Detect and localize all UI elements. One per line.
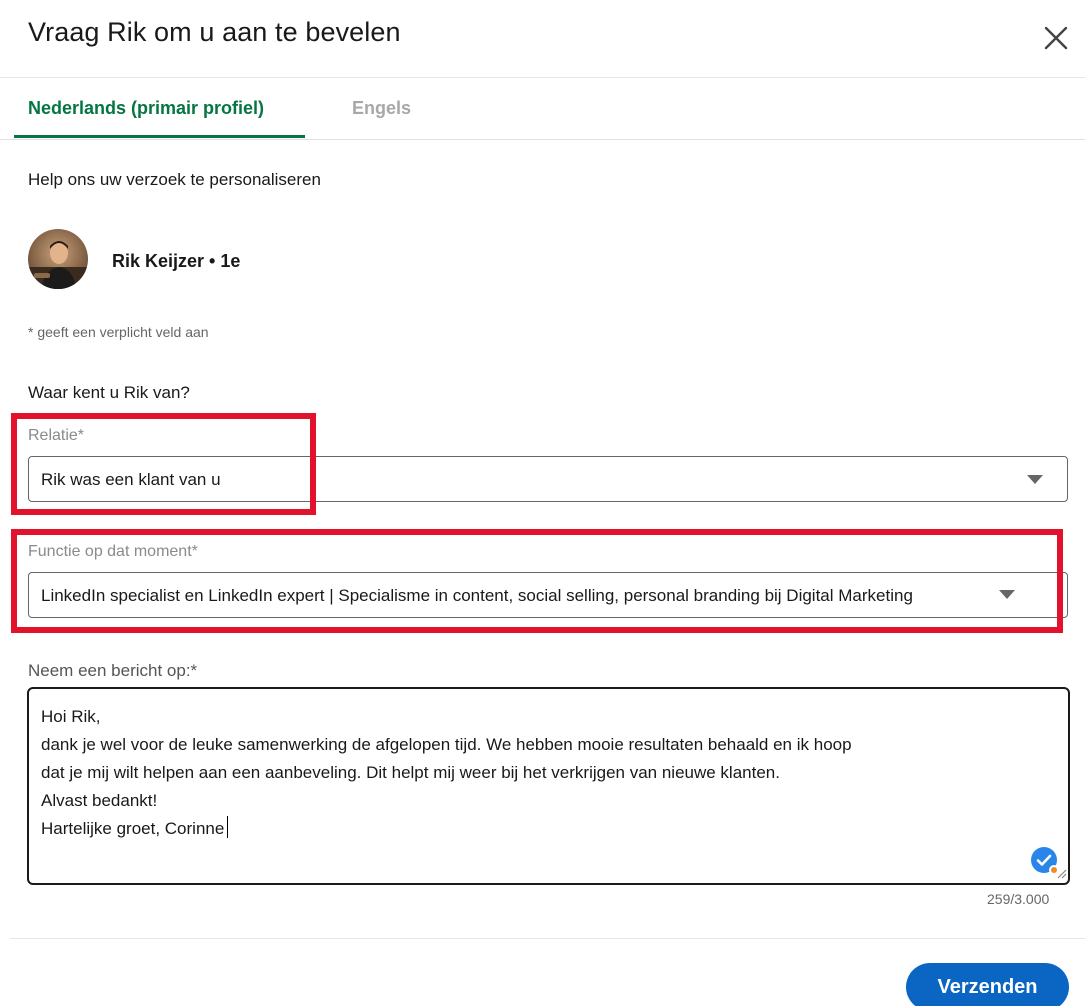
dialog-title: Vraag Rik om u aan te bevelen <box>28 17 401 47</box>
functie-value: LinkedIn specialist en LinkedIn expert |… <box>41 586 913 605</box>
help-text: Help ons uw verzoek te personaliseren <box>28 170 321 189</box>
chevron-down-icon <box>1027 475 1043 484</box>
relatie-value: Rik was een klant van u <box>41 470 221 489</box>
active-tab-indicator <box>14 135 305 138</box>
grammar-check-icon[interactable] <box>1031 847 1059 875</box>
relatie-label: Relatie* <box>28 427 85 444</box>
tab-nederlands[interactable]: Nederlands (primair profiel) <box>28 98 264 119</box>
language-tabs: Nederlands (primair profiel) Engels <box>0 78 1085 140</box>
tab-engels[interactable]: Engels <box>352 98 411 119</box>
message-line: dat je mij wilt helpen aan een aanbeveli… <box>41 763 780 782</box>
message-line: dank je wel voor de leuke samenwerking d… <box>41 735 852 754</box>
close-icon <box>1044 26 1068 50</box>
footer-divider <box>10 938 1085 939</box>
person-name: Rik Keijzer • 1e <box>112 251 241 271</box>
question-heading: Waar kent u Rik van? <box>28 383 190 402</box>
close-button[interactable] <box>1036 18 1076 58</box>
message-text: Hoi Rik, dank je wel voor de leuke samen… <box>41 703 852 843</box>
resize-handle-icon[interactable] <box>1055 867 1067 879</box>
required-note: * geeft een verplicht veld aan <box>28 324 209 340</box>
avatar <box>28 229 88 289</box>
functie-select[interactable]: LinkedIn specialist en LinkedIn expert |… <box>28 572 1068 618</box>
relatie-select[interactable]: Rik was een klant van u <box>28 456 1068 502</box>
message-line: Hoi Rik, <box>41 707 101 726</box>
dialog-header: Vraag Rik om u aan te bevelen <box>0 0 1085 78</box>
message-line: Hartelijke groet, Corinne <box>41 819 225 838</box>
text-cursor <box>227 816 229 838</box>
message-textarea[interactable]: Hoi Rik, dank je wel voor de leuke samen… <box>27 687 1070 885</box>
chevron-down-icon <box>999 590 1015 599</box>
send-button[interactable]: Verzenden <box>906 963 1069 1006</box>
functie-label: Functie op dat moment* <box>28 543 198 560</box>
message-line: Alvast bedankt! <box>41 791 158 810</box>
character-counter: 259/3.000 <box>987 891 1050 907</box>
bericht-label: Neem een bericht op:* <box>28 661 198 680</box>
message-line-last: Hartelijke groet, Corinne <box>41 815 852 843</box>
